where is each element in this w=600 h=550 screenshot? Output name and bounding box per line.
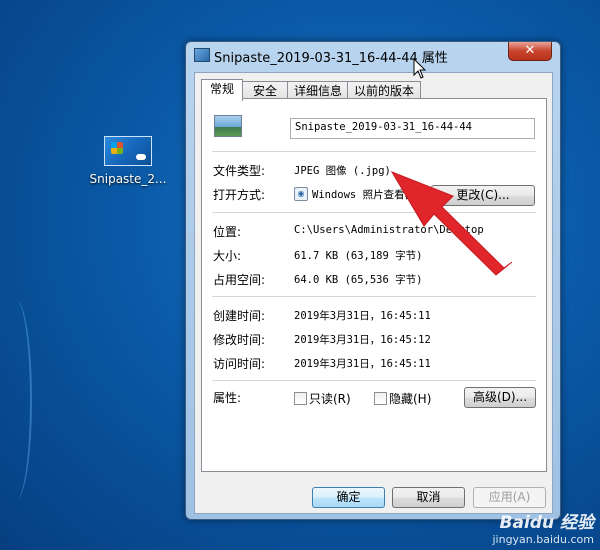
file-type-value: JPEG 图像 (.jpg)	[294, 165, 391, 177]
advanced-button[interactable]: 高级(D)...	[464, 387, 536, 408]
title-bar[interactable]: Snipaste_2019-03-31_16-44-44 属性 ✕	[186, 42, 560, 70]
created-label: 创建时间:	[213, 309, 266, 323]
open-with-value: Windows 照片查看器	[312, 189, 416, 201]
photo-viewer-icon: ◉	[294, 187, 308, 201]
file-type-label: 文件类型:	[213, 164, 266, 178]
close-icon: ✕	[524, 43, 536, 58]
window-icon	[194, 48, 210, 62]
tab-general[interactable]: 常规	[201, 79, 243, 101]
size-on-disk-label: 占用空间:	[213, 273, 266, 287]
location-label: 位置:	[213, 225, 242, 239]
desktop-file-icon[interactable]: Snipaste_2...	[88, 136, 168, 186]
attributes-label: 属性:	[213, 391, 242, 405]
divider	[212, 380, 536, 381]
general-panel: Snipaste_2019-03-31_16-44-44 文件类型: JPEG …	[201, 98, 547, 472]
readonly-checkbox[interactable]	[294, 392, 307, 405]
cancel-button[interactable]: 取消	[392, 487, 465, 508]
baidu-watermark: Baidu 经验 jingyan.baidu.com	[492, 508, 594, 546]
open-with-label: 打开方式:	[213, 188, 266, 202]
ok-button[interactable]: 确定	[312, 487, 385, 508]
size-label: 大小:	[213, 249, 242, 263]
close-button[interactable]: ✕	[508, 42, 552, 61]
created-value: 2019年3月31日，16:45:11	[294, 310, 431, 322]
image-thumbnail-icon	[104, 136, 152, 166]
hidden-checkbox[interactable]	[374, 392, 387, 405]
divider	[212, 212, 536, 213]
watermark-url: jingyan.baidu.com	[492, 533, 594, 546]
modified-value: 2019年3月31日，16:45:12	[294, 334, 431, 346]
desktop-wallpaper-curve	[0, 300, 32, 500]
properties-window: Snipaste_2019-03-31_16-44-44 属性 ✕ 常规 安全 …	[185, 41, 561, 520]
readonly-label[interactable]: 只读(R)	[309, 390, 351, 407]
mouse-cursor-icon	[413, 58, 427, 79]
file-name-value[interactable]: Snipaste_2019-03-31_16-44-44	[295, 121, 472, 133]
desktop-icon-label: Snipaste_2...	[89, 172, 167, 186]
divider	[212, 151, 536, 152]
dialog-client: 常规 安全 详细信息 以前的版本 Snipaste_2019-03-31_16-…	[194, 72, 553, 514]
size-value: 61.7 KB (63,189 字节)	[294, 250, 423, 262]
location-value: C:\Users\Administrator\Desktop	[294, 224, 484, 236]
file-name-field[interactable]: Snipaste_2019-03-31_16-44-44	[290, 118, 535, 139]
modified-label: 修改时间:	[213, 333, 266, 347]
accessed-value: 2019年3月31日，16:45:11	[294, 358, 431, 370]
size-on-disk-value: 64.0 KB (65,536 字节)	[294, 274, 423, 286]
file-thumbnail-icon	[214, 115, 242, 137]
hidden-label[interactable]: 隐藏(H)	[389, 390, 431, 407]
apply-button[interactable]: 应用(A)	[473, 487, 546, 508]
watermark-logo: Baidu 经验	[499, 513, 594, 533]
change-button[interactable]: 更改(C)...	[431, 185, 535, 206]
divider	[212, 296, 536, 297]
accessed-label: 访问时间:	[213, 357, 266, 371]
